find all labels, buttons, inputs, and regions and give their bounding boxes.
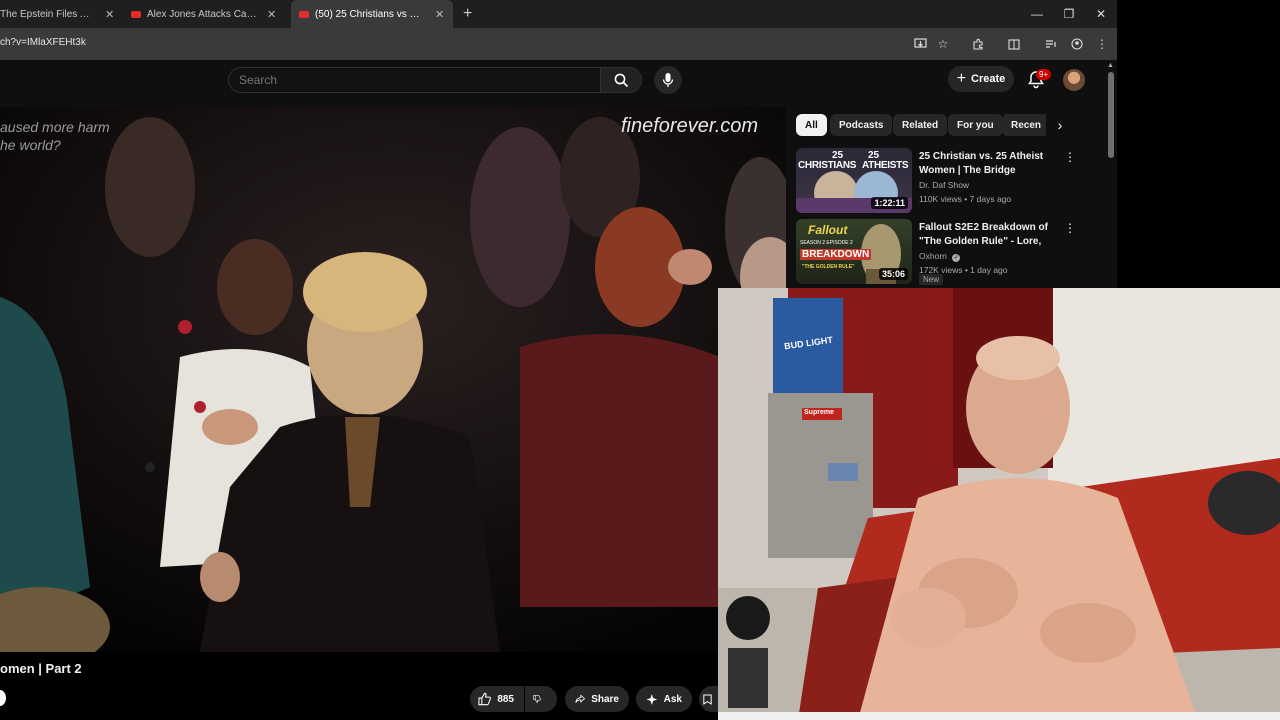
thumbs-up-icon [478, 692, 491, 706]
youtube-favicon-icon [299, 10, 309, 18]
thumb-text: Fallout [808, 223, 848, 237]
share-label: Share [591, 693, 619, 705]
youtube-favicon-icon [131, 10, 141, 18]
tab-christians-vs-atheists[interactable]: (50) 25 Christians vs 25 Atheist ✕ [291, 0, 453, 28]
list-item[interactable]: Fallout SEASON 2 EPISODE 2 BREAKDOWN "TH… [796, 219, 1106, 285]
chip-all[interactable]: All [796, 114, 827, 136]
create-label: Create [971, 73, 1006, 85]
save-bookmark-icon [703, 694, 712, 705]
install-app-icon[interactable] [912, 36, 928, 52]
avatar[interactable] [1063, 69, 1085, 91]
video-thumbnail[interactable]: Fallout SEASON 2 EPISODE 2 BREAKDOWN "TH… [796, 219, 912, 284]
extensions-icon[interactable] [970, 36, 986, 52]
chip-recent[interactable]: Recen [1002, 114, 1046, 136]
new-badge: New [919, 274, 944, 285]
share-button[interactable]: Share [565, 686, 629, 712]
more-options-icon[interactable]: ⋮ [1064, 150, 1076, 166]
url-text[interactable]: ch?v=IMlaXFEHt3k [0, 37, 86, 48]
list-item[interactable]: CHRISTIANS 25 25 ATHEISTS 1:22:11 25 Chr… [796, 148, 1106, 214]
rec-title[interactable]: Fallout S2E2 Breakdown of "The Golden Ru… [919, 221, 1067, 249]
close-icon[interactable]: ✕ [105, 8, 114, 21]
caption-line: aused more harm [0, 119, 110, 135]
thumbs-down-icon [533, 695, 541, 703]
ask-label: Ask [663, 693, 682, 705]
video-title: omen | Part 2 [0, 661, 82, 676]
tab-title: The Epstein Files Are Way [0, 8, 95, 20]
recommendations-panel: All Podcasts Related For you Recen › CHR… [786, 107, 1117, 288]
maximize-icon[interactable]: ❐ [1053, 0, 1085, 28]
rec-channel[interactable]: Dr. Daf Show [919, 180, 969, 190]
page-scrollbar[interactable]: ▲ [1105, 60, 1117, 288]
ask-button[interactable]: Ask [636, 686, 692, 712]
microphone-icon [662, 73, 674, 87]
like-count: 885 [497, 693, 514, 705]
video-thumbnail[interactable]: CHRISTIANS 25 25 ATHEISTS 1:22:11 [796, 148, 912, 213]
scroll-up-icon[interactable]: ▲ [1107, 62, 1114, 69]
thumb-text: CHRISTIANS [798, 160, 857, 171]
like-button[interactable]: 885 [470, 686, 524, 712]
tab-epstein-files[interactable]: The Epstein Files Are Way ✕ [0, 0, 123, 28]
profile-icon[interactable] [1069, 36, 1085, 52]
duration-badge: 1:22:11 [871, 197, 908, 209]
tab-title: Alex Jones Attacks Candace Ow [147, 8, 257, 20]
verified-check-icon: ✓ [952, 254, 961, 262]
close-window-icon[interactable]: ✕ [1085, 0, 1117, 28]
chevron-right-icon[interactable]: › [1049, 114, 1071, 136]
bookmark-star-icon[interactable]: ☆ [935, 36, 951, 52]
video-frame-audience [0, 107, 786, 652]
sticker-label: Supreme [804, 409, 834, 416]
channel-avatar[interactable] [0, 690, 6, 706]
youtube-header: + Create [0, 60, 1117, 107]
caption-line: he world? [0, 137, 61, 153]
thumb-text: 25 [832, 150, 844, 161]
voice-search-button[interactable] [654, 66, 682, 94]
background-area [1117, 0, 1280, 288]
webcam-scene [718, 288, 1280, 720]
new-tab-icon[interactable]: + [463, 0, 472, 28]
chip-for-you[interactable]: For you [948, 114, 1003, 136]
media-controls-icon[interactable] [1043, 36, 1059, 52]
webcam-overlay: BUD LIGHT Supreme [718, 288, 1280, 720]
more-options-icon[interactable]: ⋮ [1064, 221, 1076, 237]
address-bar: ch?v=IMlaXFEHt3k ☆ ⋮ [0, 28, 1117, 60]
minimize-icon[interactable]: — [1021, 0, 1053, 28]
split-view-icon[interactable] [1006, 36, 1022, 52]
duration-badge: 35:06 [878, 268, 908, 280]
channel-name: Oxhorn [919, 251, 947, 261]
chip-related[interactable]: Related [893, 114, 948, 136]
tab-title: (50) 25 Christians vs 25 Atheist [315, 8, 425, 20]
search-box[interactable] [228, 67, 600, 93]
thumb-text: ATHEISTS [862, 160, 909, 171]
chip-podcasts[interactable]: Podcasts [830, 114, 893, 136]
rec-stats: 110K views • 7 days ago [919, 194, 1012, 204]
share-icon [575, 694, 586, 703]
search-button[interactable] [600, 67, 642, 93]
on-screen-caption: aused more harm he world? [0, 118, 110, 154]
rec-channel[interactable]: Oxhorn ✓ [919, 251, 961, 262]
tab-alex-jones[interactable]: Alex Jones Attacks Candace Ow ✕ [123, 0, 291, 28]
thumb-text: SEASON 2 EPISODE 2 [800, 240, 853, 246]
thumb-text: BREAKDOWN [800, 249, 872, 260]
thumb-text: "THE GOLDEN RULE" [802, 264, 855, 270]
video-player[interactable]: aused more harm he world? fineforever.co… [0, 107, 786, 652]
dislike-button[interactable] [525, 686, 557, 712]
create-button[interactable]: + Create [948, 66, 1014, 92]
save-button[interactable] [699, 686, 718, 712]
sparkle-icon [646, 693, 658, 705]
browser-menu-icon[interactable]: ⋮ [1094, 36, 1110, 52]
rec-title[interactable]: 25 Christian vs. 25 Atheist Women | The … [919, 150, 1067, 178]
browser-tab-bar: The Epstein Files Are Way ✕ Alex Jones A… [0, 0, 1117, 28]
notification-badge: 9+ [1036, 69, 1052, 80]
close-icon[interactable]: ✕ [267, 8, 276, 21]
plus-icon: + [956, 70, 967, 87]
scroll-thumb[interactable] [1108, 72, 1114, 158]
screen: The Epstein Files Are Way ✕ Alex Jones A… [0, 0, 1280, 720]
video-watermark: fineforever.com [621, 115, 759, 137]
search-input[interactable] [239, 73, 579, 87]
search-icon [614, 73, 628, 87]
close-icon[interactable]: ✕ [435, 8, 444, 21]
